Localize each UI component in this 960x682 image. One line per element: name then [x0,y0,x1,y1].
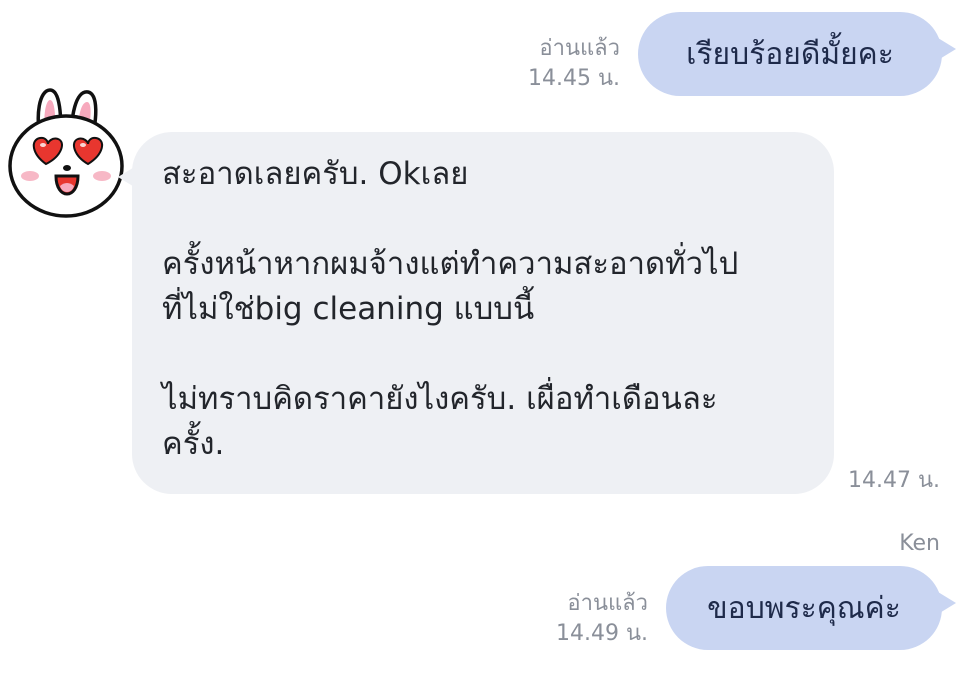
message-text: ขอบพระคุณค่ะ [707,590,901,626]
message-2-meta: 14.47 น. [848,466,958,496]
read-status: อ่านแล้ว [567,591,648,616]
message-time: 14.49 น. [555,621,648,646]
message-text: สะอาดเลยครับ. Okเลย ครั้งหน้าหากผมจ้างแต… [162,156,739,462]
incoming-message-bubble[interactable]: สะอาดเลยครับ. Okเลย ครั้งหน้าหากผมจ้างแต… [118,132,834,494]
outgoing-message-bubble[interactable]: เรียบร้อยดีมั้ยคะ [638,12,956,96]
message-time: 14.47 น. [848,468,941,493]
message-1-meta: อ่านแล้ว 14.45 น. [500,34,620,94]
message-text: เรียบร้อยดีมั้ยคะ [686,36,894,72]
message-3-meta: อ่านแล้ว 14.49 น. [528,589,648,649]
sender-avatar-sticker-icon[interactable] [6,84,126,219]
sender-name: Ken [899,531,940,556]
read-status: อ่านแล้ว [539,36,620,61]
outgoing-message-bubble[interactable]: ขอบพระคุณค่ะ [666,566,956,650]
message-time: 14.45 น. [527,66,620,91]
